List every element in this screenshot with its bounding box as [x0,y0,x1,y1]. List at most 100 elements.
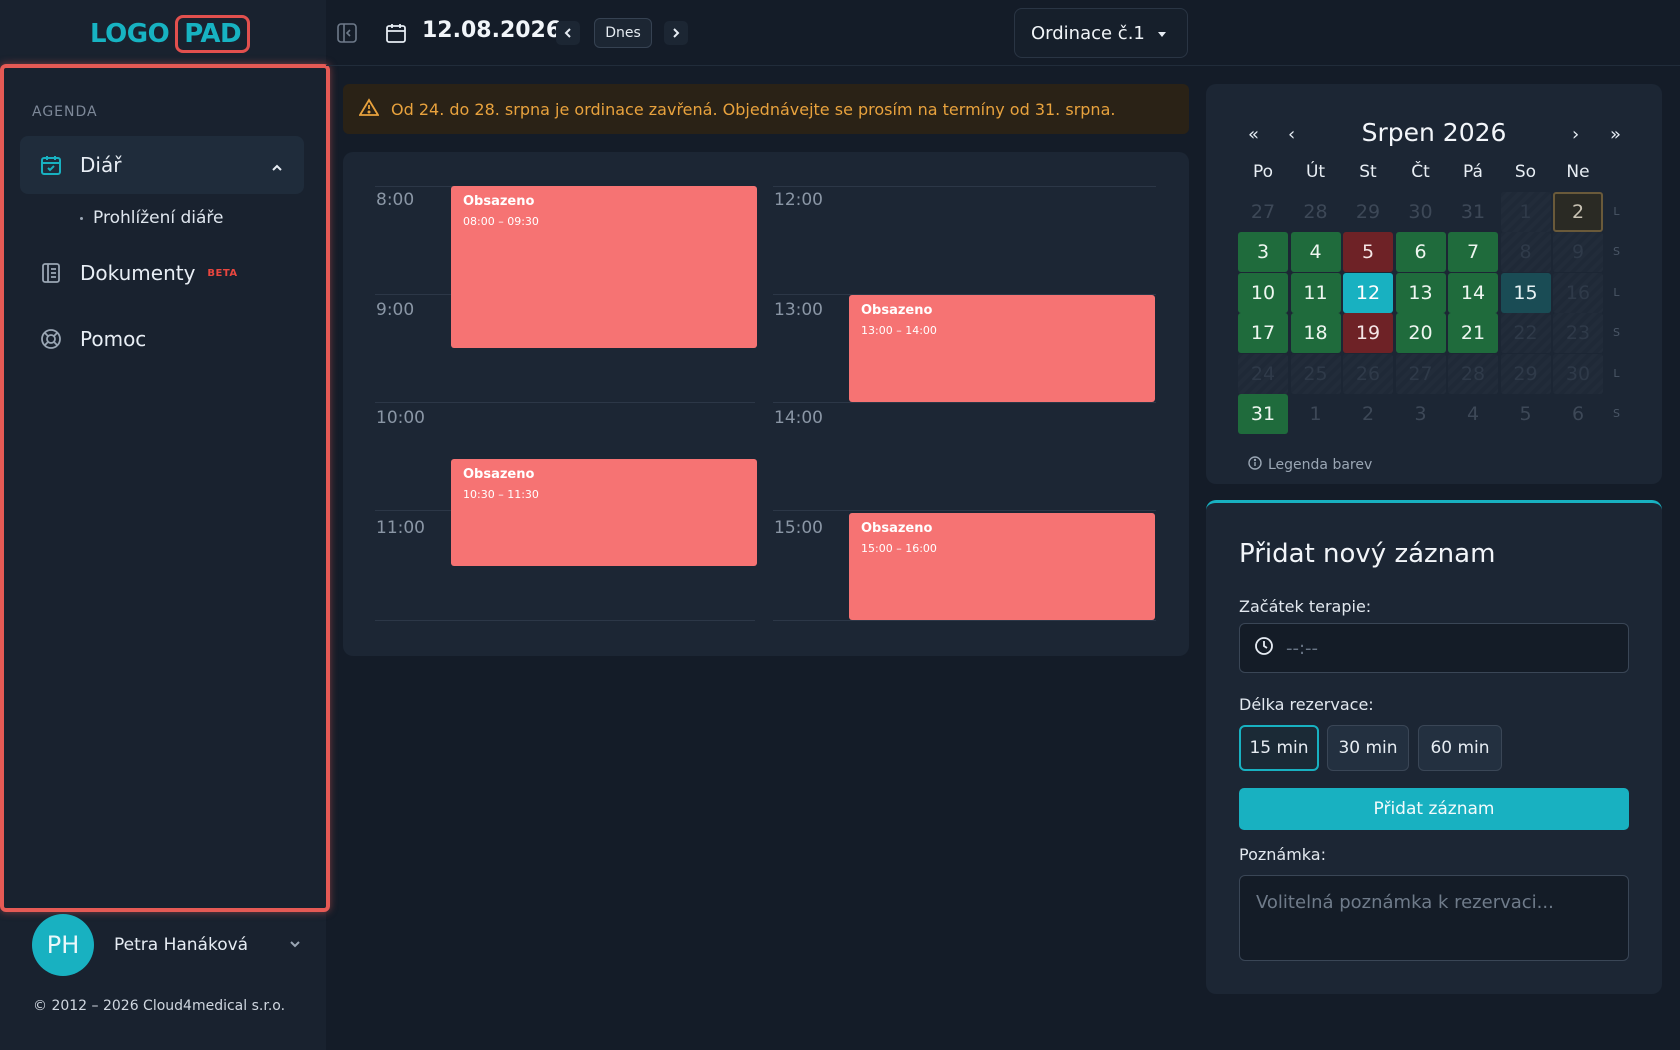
duration-30-button[interactable]: 30 min [1327,725,1409,771]
booking-time: 15:00 – 16:00 [861,542,937,555]
day-schedule: 8:00 9:00 10:00 11:00 12:00 13:00 14:00 … [343,152,1189,656]
today-button[interactable]: Dnes [594,18,652,48]
calendar-day: 24 [1238,353,1288,394]
calendar-day: 29 [1500,353,1551,394]
add-record-button[interactable]: Přidat záznam [1239,788,1629,830]
calendar-day[interactable]: 12 [1343,272,1393,313]
booking-block[interactable]: Obsazeno 08:00 – 09:30 [451,186,757,348]
calendar-day[interactable]: 20 [1395,313,1446,354]
prev-day-button[interactable] [556,21,580,45]
sidebar-subitem-prohlizeni[interactable]: Prohlížení diáře [80,208,223,228]
section-label-agenda: AGENDA [32,104,98,120]
start-time-placeholder: --:-- [1286,637,1319,659]
calendar-day[interactable]: 6 [1395,232,1446,273]
note-label: Poznámka: [1239,845,1326,864]
calendar-day: 6 [1571,403,1585,425]
booking-title: Obsazeno [463,194,535,209]
calendar-check-icon [38,152,64,178]
booking-block[interactable]: Obsazeno 13:00 – 14:00 [849,295,1155,402]
calendar-day: 26 [1343,353,1393,394]
note-textarea[interactable]: Volitelná poznámka k rezervaci... [1239,875,1629,961]
calendar-day[interactable]: 14 [1448,272,1498,313]
calendar-day[interactable]: 4 [1290,232,1341,273]
calendar-day: 3 [1414,403,1427,425]
booking-title: Obsazeno [861,521,933,536]
calendar-day: 23 [1553,313,1603,354]
weekday-header: Čt [1411,162,1430,182]
calendar-day[interactable]: 18 [1290,313,1341,354]
weekday-header: Út [1305,162,1326,182]
calendar-day: 4 [1466,403,1480,425]
sidebar-toggle-icon[interactable] [336,22,358,48]
calendar-day: 27 [1395,353,1446,394]
chevron-down-icon[interactable] [288,936,302,955]
sidebar-item-dokumenty[interactable]: Dokumenty BETA [20,244,304,302]
duration-60-button[interactable]: 60 min [1418,725,1502,771]
sidebar-item-pomoc[interactable]: Pomoc [20,310,304,368]
office-select-value: Ordinace č.1 [1031,22,1145,44]
booking-title: Obsazeno [861,303,933,318]
next-year-button[interactable]: » [1610,124,1621,145]
hour-line [375,620,755,621]
alert-text: Od 24. do 28. srpna je ordinace zavřená.… [391,99,1116,119]
booking-block[interactable]: Obsazeno 15:00 – 16:00 [849,513,1155,620]
calendar-icon [384,21,408,49]
start-label: Začátek terapie: [1239,597,1372,616]
duration-15-button[interactable]: 15 min [1239,725,1319,771]
app-logo[interactable]: LOGO PAD [90,14,251,54]
calendar-day: 25 [1290,353,1341,394]
sidebar-item-label: Dokumenty [80,261,196,285]
calendar-day[interactable]: 10 [1238,272,1288,313]
next-day-button[interactable] [664,21,688,45]
closure-alert: Od 24. do 28. srpna je ordinace zavřená.… [343,84,1189,134]
color-legend-link[interactable]: Legenda barev [1248,456,1372,474]
month-calendar: « ‹ Srpen 2026 › » Po Út St Čt Pá So Ne 27 28 29 3… [1206,84,1662,484]
hour-line [773,186,1156,187]
calendar-day[interactable]: 17 [1238,313,1288,354]
weekday-header: Ne [1566,162,1590,182]
calendar-day: 30 [1408,201,1433,223]
calendar-day[interactable]: 13 [1395,272,1446,313]
calendar-day[interactable]: 15 [1500,272,1551,313]
calendar-day[interactable]: 5 [1343,232,1393,273]
calendar-day[interactable]: 31 [1238,394,1288,434]
sidebar: LOGO PAD AGENDA Diář Prohlížení diáře Do… [0,0,330,1050]
booking-time: 10:30 – 11:30 [463,488,539,501]
user-menu[interactable]: PH Petra Hanáková [32,914,302,976]
calendar-day[interactable]: 11 [1290,272,1341,313]
calendar-day[interactable]: 19 [1343,313,1393,354]
calendar-day[interactable]: 7 [1448,232,1498,273]
calendar-day: 8 [1500,232,1551,273]
booking-time: 13:00 – 14:00 [861,324,937,337]
next-month-button[interactable]: › [1572,124,1579,145]
week-parity-marker: S [1613,407,1620,420]
calendar-day[interactable]: 2 [1553,192,1603,232]
calendar-day: 16 [1553,272,1603,313]
logo-pad-text: PAD [175,15,251,53]
hour-line [773,402,1156,403]
calendar-title: Srpen 2026 [1361,118,1507,147]
start-time-input[interactable]: --:-- [1239,623,1629,673]
week-parity-marker: L [1613,285,1620,299]
caret-down-icon [1157,23,1167,44]
time-label: 14:00 [774,408,823,428]
legend-label: Legenda barev [1268,457,1373,473]
office-select[interactable]: Ordinace č.1 [1014,8,1188,58]
time-label: 10:00 [376,408,425,428]
booking-block[interactable]: Obsazeno 10:30 – 11:30 [451,459,757,566]
weekday-header: St [1359,162,1377,182]
sidebar-item-label: Pomoc [80,327,147,351]
weekday-header: Po [1252,162,1274,182]
calendar-day: 2 [1361,403,1375,425]
chevron-up-icon[interactable] [270,156,284,180]
calendar-day: 22 [1500,313,1551,354]
calendar-day[interactable]: 21 [1448,313,1498,354]
copyright: © 2012 – 2026 Cloud4medical s.r.o. [33,998,286,1014]
topbar: 12.08.2026 Dnes Ordinace č.1 [326,0,1680,66]
lifebuoy-icon [38,326,64,352]
calendar-day[interactable]: 3 [1238,232,1288,273]
form-title: Přidat nový záznam [1239,539,1496,569]
week-parity-marker: L [1613,205,1620,218]
booking-time: 08:00 – 09:30 [463,215,539,228]
sidebar-item-diar[interactable]: Diář [20,136,304,194]
